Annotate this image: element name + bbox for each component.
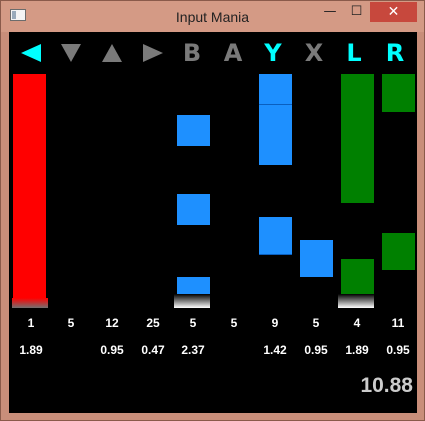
header-right-arrow <box>135 37 171 63</box>
header-left-arrow <box>13 37 49 63</box>
note-y-3 <box>259 217 292 255</box>
note-b-2 <box>177 194 210 225</box>
count-x: 5 <box>312 316 320 330</box>
count-down: 5 <box>67 316 75 330</box>
rate-right: 0.47 <box>141 343 165 357</box>
header-up-arrow <box>94 37 130 63</box>
count-r: 11 <box>391 316 405 330</box>
note-y-2 <box>259 104 292 165</box>
receptor-left <box>12 298 48 308</box>
close-button[interactable]: ✕ <box>370 2 417 22</box>
total-score: 10.88 <box>360 374 413 397</box>
right-arrow-icon <box>143 44 163 62</box>
maximize-button[interactable]: ☐ <box>343 2 370 22</box>
count-b: 5 <box>189 316 197 330</box>
note-left-long <box>13 74 46 301</box>
rate-l: 1.89 <box>345 343 369 357</box>
count-right: 25 <box>146 316 160 330</box>
count-up: 12 <box>105 316 119 330</box>
note-y-1 <box>259 74 292 104</box>
app-window: Input Mania — ☐ ✕ B A Y X L R 1 5 12 25 … <box>0 0 425 421</box>
header-r: R <box>385 39 405 67</box>
left-arrow-icon <box>21 44 41 62</box>
rate-y: 1.42 <box>263 343 287 357</box>
count-left: 1 <box>27 316 35 330</box>
rate-r: 0.95 <box>386 343 410 357</box>
header-a: A <box>223 39 243 67</box>
down-arrow-icon <box>61 44 81 62</box>
note-l-long <box>341 74 374 203</box>
header-b: B <box>182 39 202 67</box>
header-l: L <box>346 39 362 67</box>
rate-x: 0.95 <box>304 343 328 357</box>
note-r-1 <box>382 74 415 112</box>
game-area: B A Y X L R 1 5 12 25 5 5 9 5 4 11 1.89 … <box>9 32 417 413</box>
rate-up: 0.95 <box>100 343 124 357</box>
header-down-arrow <box>53 37 89 63</box>
note-r-2 <box>382 233 415 270</box>
note-x-1 <box>300 240 333 277</box>
title-bar[interactable]: Input Mania — ☐ ✕ <box>1 1 424 32</box>
count-a: 5 <box>230 316 238 330</box>
receptor-b <box>174 294 210 308</box>
header-x: X <box>304 39 324 67</box>
count-y: 9 <box>271 316 279 330</box>
note-b-1 <box>177 115 210 146</box>
rate-b: 2.37 <box>181 343 205 357</box>
header-y: Y <box>264 39 282 67</box>
count-l: 4 <box>353 316 361 330</box>
minimize-button[interactable]: — <box>317 2 343 22</box>
up-arrow-icon <box>102 44 122 62</box>
receptor-l <box>338 294 374 308</box>
rate-left: 1.89 <box>19 343 43 357</box>
